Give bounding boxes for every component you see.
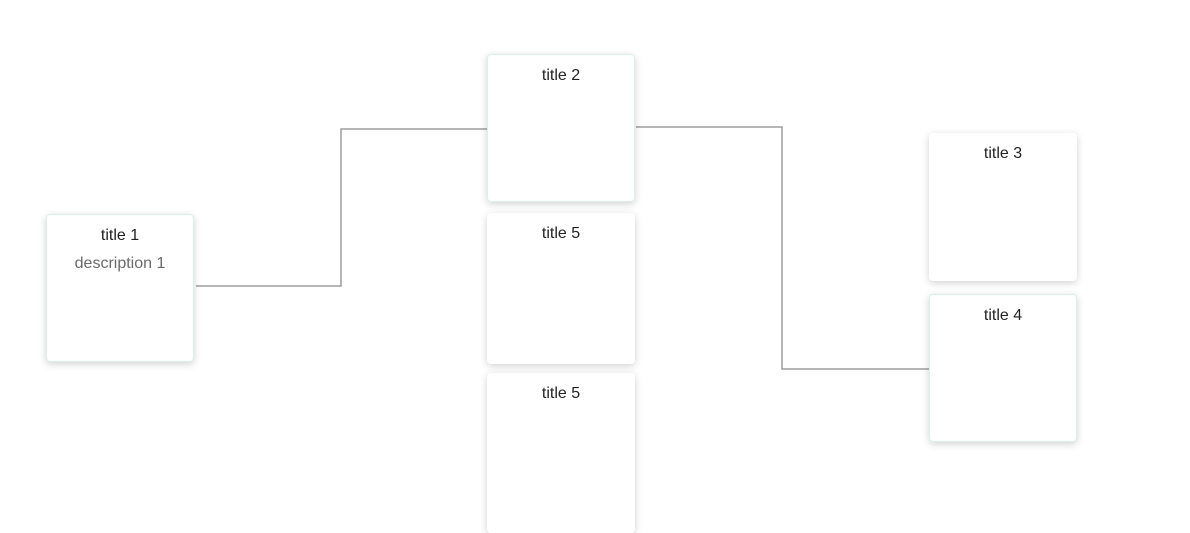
node-description-label: description 1	[74, 255, 166, 272]
node-title-5-second[interactable]: title 5	[487, 373, 635, 533]
node-title-3[interactable]: title 3	[929, 133, 1077, 281]
node-title-label: title 1	[100, 227, 140, 244]
node-title-4[interactable]: title 4	[929, 294, 1077, 442]
node-title-label: title 3	[983, 145, 1023, 162]
node-title-5[interactable]: title 5	[487, 213, 635, 364]
node-title-label: title 4	[983, 307, 1023, 324]
node-title-label: title 5	[541, 385, 581, 402]
node-title-label: title 5	[541, 225, 581, 242]
node-title-2[interactable]: title 2	[487, 54, 635, 202]
connector-1-2	[196, 128, 487, 287]
node-title-1[interactable]: title 1 description 1	[46, 214, 194, 362]
diagram-canvas: title 1 description 1 title 2 title 3 ti…	[0, 0, 1190, 533]
node-title-label: title 2	[541, 67, 581, 84]
connector-2-4	[636, 126, 929, 370]
